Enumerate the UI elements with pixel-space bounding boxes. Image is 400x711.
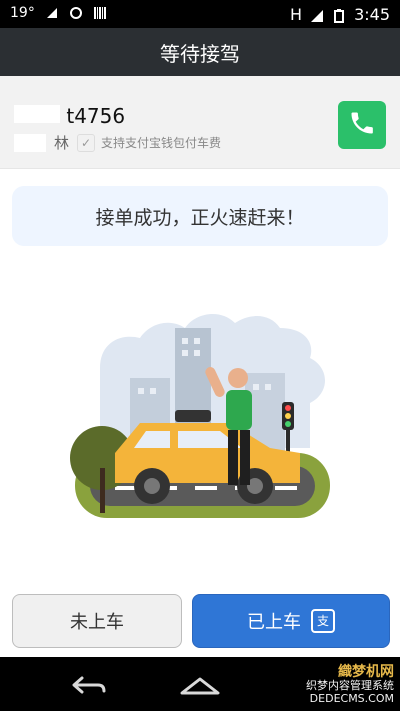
plate-mask <box>14 105 60 123</box>
payment-note: ✓ 支持支付宝钱包付车费 <box>77 133 222 152</box>
page-title: 等待接驾 <box>160 41 240 66</box>
not-boarded-label: 未上车 <box>70 612 124 633</box>
taxi-illustration <box>60 298 340 528</box>
time: 3:45 <box>354 5 390 24</box>
name-mask <box>14 133 46 152</box>
home-icon <box>176 677 224 701</box>
back-button[interactable] <box>68 673 108 697</box>
not-boarded-button[interactable]: 未上车 <box>12 594 182 648</box>
network-type: H <box>290 5 303 24</box>
watermark-line2: 织梦内容管理系统 <box>306 679 394 692</box>
back-icon <box>68 676 108 701</box>
payment-note-text: 支持支付宝钱包付车费 <box>101 136 222 150</box>
driver-plate: t4756 <box>14 104 125 128</box>
notification-icon <box>45 6 59 20</box>
status-message: 接单成功，正火速赶来！ <box>12 186 388 246</box>
watermark-line1: 織梦机网 <box>338 664 394 680</box>
barcode-icon <box>93 6 107 20</box>
home-button[interactable] <box>176 673 224 697</box>
status-bar: 19° H 3:45 <box>0 0 400 28</box>
phone-icon <box>348 109 376 141</box>
boarded-label: 已上车 <box>247 612 301 633</box>
status-left: 19° <box>10 5 107 21</box>
driver-name: 林 ✓ 支持支付宝钱包付车费 <box>14 132 221 153</box>
alipay-button-icon: 支 <box>311 609 335 633</box>
watermark-line3: DEDECMS.COM <box>309 692 394 705</box>
status-message-text: 接单成功，正火速赶来！ <box>95 206 305 229</box>
watermark: 織梦机网 织梦内容管理系统 DEDECMS.COM <box>306 664 394 705</box>
status-right: H 3:45 <box>290 5 390 24</box>
boarded-button[interactable]: 已上车 支 <box>192 594 390 648</box>
signal-icon <box>310 8 324 22</box>
sync-icon <box>69 6 83 20</box>
battery-icon <box>332 8 346 23</box>
app-bar: 等待接驾 <box>0 28 400 76</box>
surname-suffix: 林 <box>54 134 70 152</box>
action-bar: 未上车 已上车 支 <box>0 594 400 648</box>
alipay-icon: ✓ <box>77 133 96 152</box>
temperature: 19° <box>10 5 35 21</box>
call-button[interactable] <box>338 101 386 149</box>
plate-suffix: t4756 <box>66 104 126 128</box>
